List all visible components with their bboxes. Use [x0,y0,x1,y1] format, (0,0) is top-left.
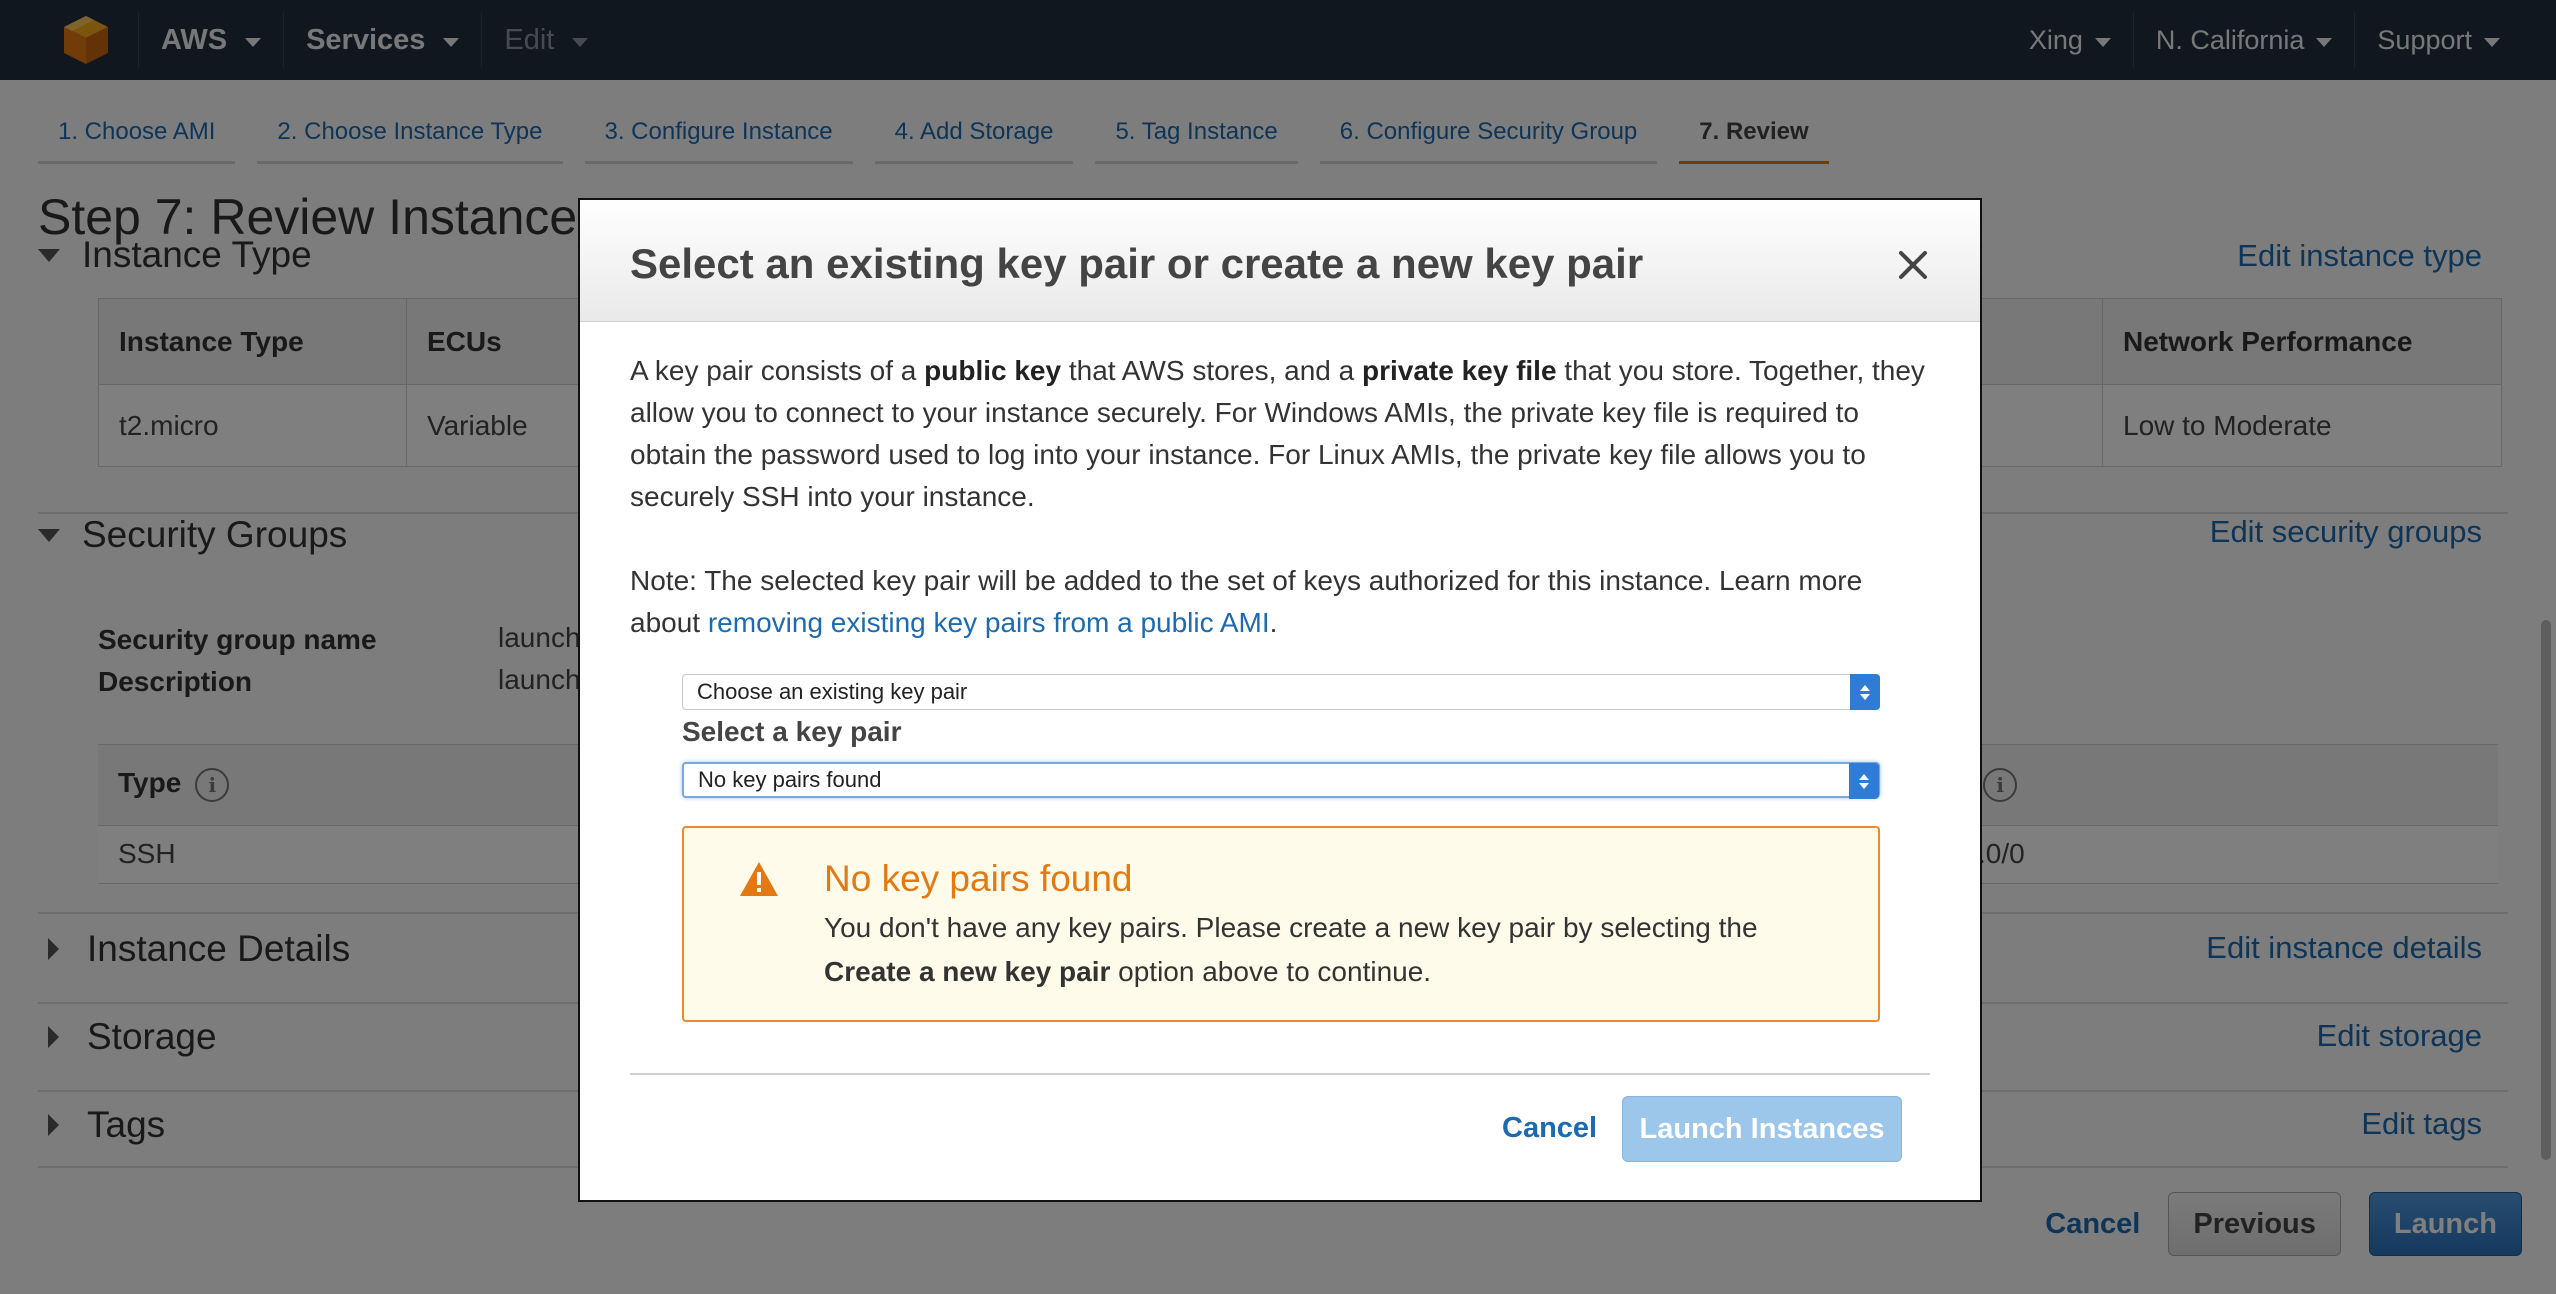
key-pair-note: Note: The selected key pair will be adde… [630,560,1936,644]
select-value: No key pairs found [698,767,882,792]
text-span: You don't have any key pairs. Please cre… [824,912,1758,943]
dialog-cancel-button[interactable]: Cancel [1502,1112,1597,1145]
text-span: A key pair consists of a [630,355,925,386]
warning-message: You don't have any key pairs. Please cre… [824,906,1844,994]
key-pair-mode-select[interactable]: Choose an existing key pair [682,674,1880,710]
text-span: . [1269,607,1278,638]
text-span: option above to continue. [1110,956,1432,987]
select-key-pair-label: Select a key pair [682,716,902,747]
key-pair-description: A key pair consists of a public key that… [630,350,1936,518]
dialog-footer-divider [630,1073,1930,1075]
dialog-header: Select an existing key pair or create a … [580,200,1980,322]
key-pair-select[interactable]: No key pairs found [682,762,1880,799]
text-bold: Create a new key pair [824,956,1111,987]
text-bold: public key [924,355,1062,386]
select-arrows-icon [1849,763,1879,799]
text-bold: private key file [1361,355,1557,386]
no-key-pairs-warning: No key pairs found You don't have any ke… [682,826,1880,1022]
dialog-title: Select an existing key pair or create a … [630,240,1644,287]
select-arrows-icon [1850,674,1880,710]
launch-instances-button[interactable]: Launch Instances [1622,1096,1902,1162]
remove-key-pairs-link[interactable]: removing existing key pairs from a publi… [708,607,1270,638]
warning-title: No key pairs found [824,858,1133,899]
select-value: Choose an existing key pair [697,679,968,704]
close-icon[interactable] [1896,248,1930,282]
dialog-body: A key pair consists of a public key that… [630,350,1936,644]
warning-icon [740,862,778,896]
text-span: that AWS stores, and a [1061,355,1362,386]
key-pair-dialog: Select an existing key pair or create a … [578,198,1982,1202]
